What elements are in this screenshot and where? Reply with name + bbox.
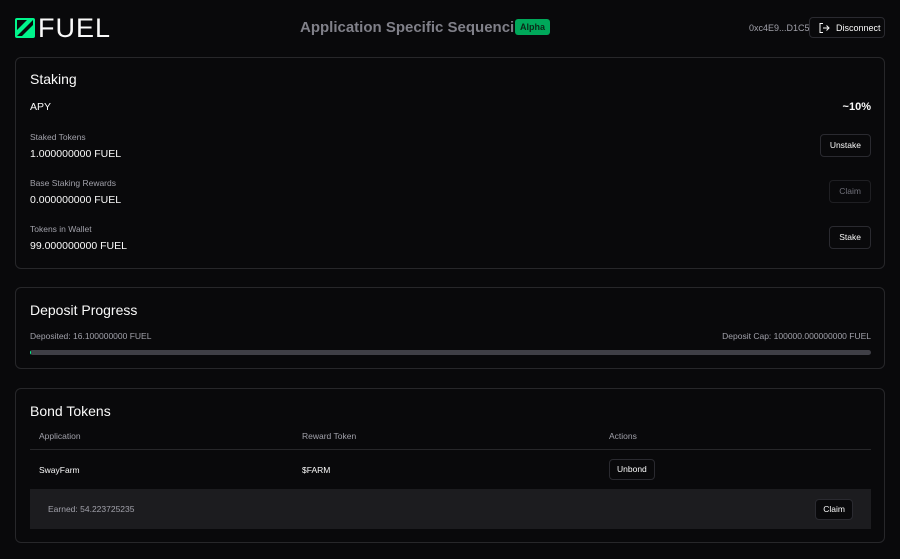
page-title: Application Specific Sequencing [300, 19, 533, 36]
fuel-logo-icon [15, 18, 35, 38]
claim-rewards-button[interactable]: Claim [829, 180, 871, 203]
bond-application-cell: SwayFarm [39, 465, 80, 475]
alpha-badge: Alpha [515, 19, 551, 35]
staked-tokens-label: Staked Tokens [30, 132, 86, 142]
base-staking-rewards-label: Base Staking Rewards [30, 178, 116, 188]
fuel-logo[interactable]: FUEL [15, 13, 112, 43]
disconnect-button[interactable]: Disconnect [809, 17, 885, 38]
wallet-address: 0xc4E9...D1C5 [749, 23, 810, 33]
earned-row: Earned: 54.223725235 Claim [30, 489, 871, 529]
column-header-reward-token: Reward Token [302, 431, 357, 441]
column-header-application: Application [39, 431, 81, 441]
top-header: FUEL Application Specific Sequencing Alp… [0, 0, 900, 56]
staked-tokens-value: 1.000000000 FUEL [30, 148, 122, 160]
column-header-actions: Actions [609, 431, 637, 441]
unbond-button[interactable]: Unbond [609, 459, 655, 480]
earned-amount: Earned: 54.223725235 [48, 504, 135, 514]
unstake-button[interactable]: Unstake [819, 134, 871, 157]
deposit-cap: Deposit Cap: 100000.000000000 FUEL [722, 331, 871, 341]
base-staking-rewards-value: 0.000000000 FUEL [30, 194, 122, 206]
staking-card: Staking APY ~10% Staked Tokens 1.0000000… [15, 57, 885, 269]
bond-tokens-card: Bond Tokens Application Reward Token Act… [15, 388, 885, 543]
apy-value: ~10% [842, 101, 871, 113]
logo-text: FUEL [38, 13, 112, 43]
bond-tokens-title: Bond Tokens [30, 403, 111, 419]
claim-bond-button[interactable]: Claim [815, 499, 853, 520]
deposit-progress-title: Deposit Progress [30, 302, 138, 318]
tokens-in-wallet-label: Tokens in Wallet [30, 224, 92, 234]
deposited-amount: Deposited: 16.100000000 FUEL [30, 331, 152, 341]
deposit-progress-bar [30, 350, 871, 355]
deposit-progress-card: Deposit Progress Deposited: 16.100000000… [15, 287, 885, 369]
logout-icon [819, 22, 830, 33]
disconnect-label: Disconnect [836, 22, 881, 33]
stake-button[interactable]: Stake [829, 226, 871, 249]
apy-label: APY [30, 101, 52, 113]
table-divider [30, 449, 871, 450]
tokens-in-wallet-value: 99.000000000 FUEL [30, 240, 127, 252]
bond-reward-token-cell: $FARM [302, 465, 331, 475]
staking-title: Staking [30, 71, 77, 87]
